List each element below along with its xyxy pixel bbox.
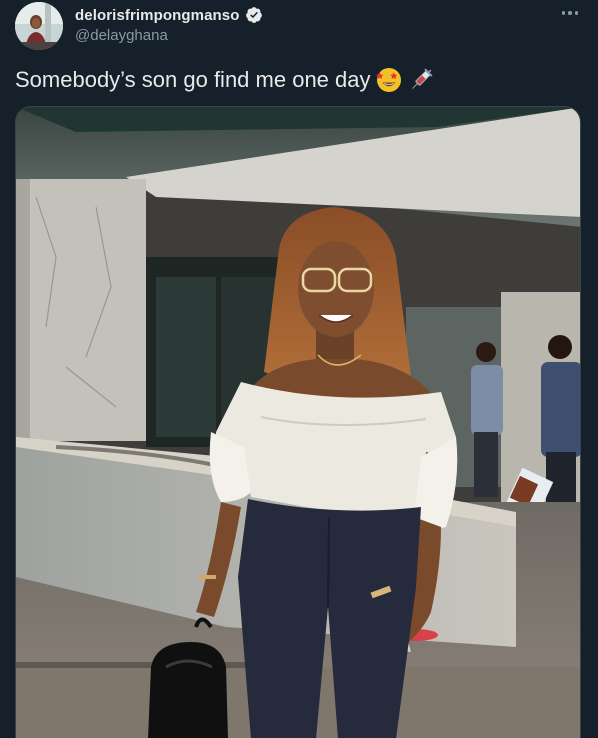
verified-badge-icon	[245, 6, 263, 24]
photo-scene	[16, 107, 580, 738]
tweet-photo[interactable]	[15, 106, 581, 738]
avatar-image	[15, 2, 63, 50]
display-name[interactable]: delorisfrimpongmanso	[75, 7, 240, 24]
avatar[interactable]	[15, 2, 63, 50]
tweet-text-row: Somebody’s son go find me one day	[15, 66, 435, 94]
tweet-text: Somebody’s son go find me one day	[15, 67, 371, 92]
more-options-icon[interactable]	[560, 7, 580, 19]
syringe-emoji	[407, 66, 435, 94]
user-handle[interactable]: @delayghana	[75, 27, 168, 44]
star-struck-emoji	[375, 66, 403, 94]
tweet: delorisfrimpongmanso @delayghana Somebod…	[0, 0, 598, 738]
author-name-row: delorisfrimpongmanso	[75, 6, 263, 24]
